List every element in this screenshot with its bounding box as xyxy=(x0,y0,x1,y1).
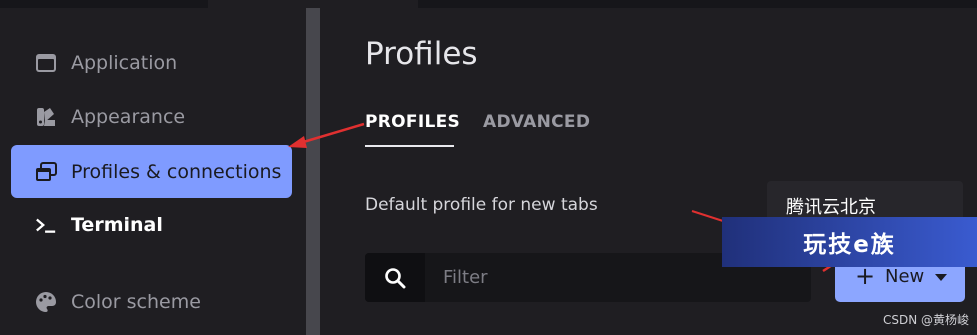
sidebar-scrollbar[interactable] xyxy=(306,8,320,335)
profiles-settings-panel: Profiles PROFILES ADVANCED Default profi… xyxy=(320,8,977,335)
palette-icon xyxy=(35,291,57,313)
watermark-banner: 玩技e族 xyxy=(722,217,977,267)
stacked-windows-icon xyxy=(35,161,57,183)
window-icon xyxy=(35,52,57,74)
watermark-text: 玩技e族 xyxy=(803,232,896,258)
sidebar-item-label: Color scheme xyxy=(71,290,201,313)
sidebar-item-label: Appearance xyxy=(71,105,186,128)
active-tab-indicator xyxy=(365,145,454,147)
default-profile-value: 腾讯云北京 xyxy=(786,197,876,218)
window-top-bar xyxy=(0,0,977,8)
settings-sidebar: Application Appearance Profiles & connec… xyxy=(0,8,306,335)
default-profile-label: Default profile for new tabs xyxy=(365,195,598,215)
new-button-label: New xyxy=(885,266,925,287)
chevron-down-icon[interactable] xyxy=(935,274,947,281)
tab-advanced[interactable]: ADVANCED xyxy=(483,112,590,132)
sidebar-item-label: Terminal xyxy=(71,213,163,236)
credit-text: CSDN @黄杨峻 xyxy=(882,313,969,327)
sidebar-item-profiles-connections[interactable]: Profiles & connections xyxy=(11,145,292,198)
search-icon xyxy=(365,253,425,302)
terminal-prompt-icon xyxy=(35,214,57,236)
palette-brush-icon xyxy=(35,106,57,128)
page-title: Profiles xyxy=(365,36,478,72)
sidebar-item-application[interactable]: Application xyxy=(11,36,292,89)
sidebar-item-terminal[interactable]: Terminal xyxy=(11,198,292,251)
sidebar-item-appearance[interactable]: Appearance xyxy=(11,90,292,143)
sidebar-item-color-scheme[interactable]: Color scheme xyxy=(11,275,292,328)
sidebar-item-label: Application xyxy=(71,51,178,74)
sidebar-item-label: Profiles & connections xyxy=(71,160,282,183)
window-tab[interactable] xyxy=(208,0,418,8)
tab-profiles[interactable]: PROFILES xyxy=(365,112,460,132)
